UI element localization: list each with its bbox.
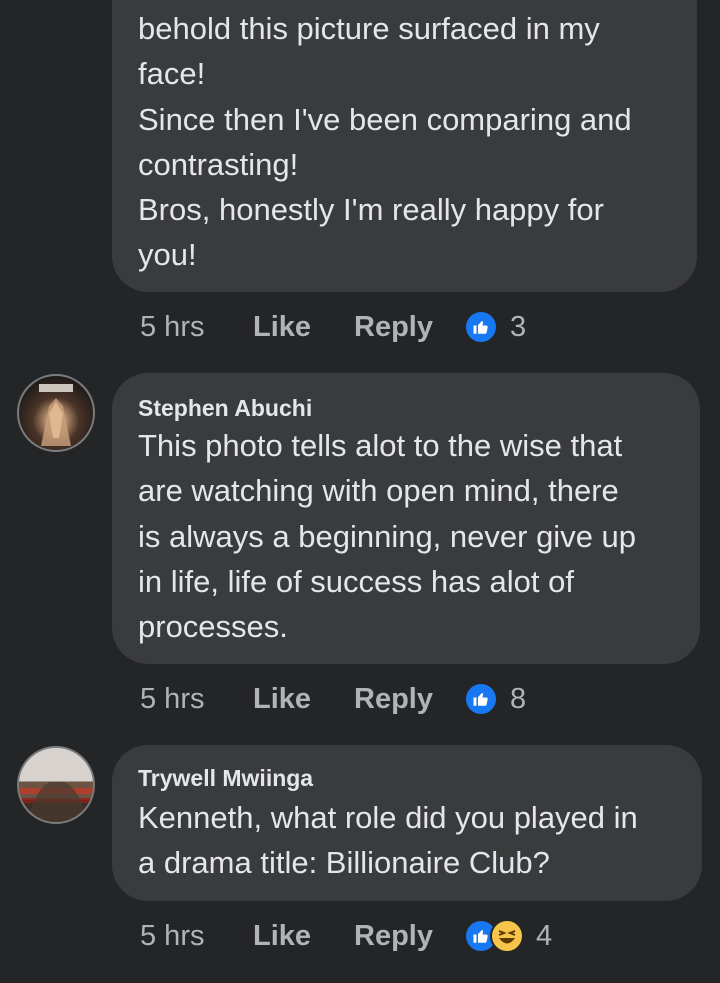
comment-bubble[interactable]: Stephen Abuchi This photo tells alot to … bbox=[112, 373, 700, 664]
reply-button[interactable]: Reply bbox=[354, 920, 464, 953]
haha-icon bbox=[490, 919, 524, 953]
reaction-count: 8 bbox=[510, 682, 527, 715]
reaction-summary[interactable]: 3 bbox=[464, 310, 526, 344]
comment-author[interactable]: Trywell Mwiinga bbox=[138, 765, 313, 792]
reaction-count: 3 bbox=[510, 310, 527, 343]
comment-timestamp: 5 hrs bbox=[140, 310, 205, 343]
comment-author[interactable]: Stephen Abuchi bbox=[138, 395, 312, 422]
like-icon bbox=[464, 682, 498, 716]
reaction-summary[interactable]: 4 bbox=[464, 919, 552, 953]
avatar[interactable] bbox=[17, 746, 95, 824]
comment-bubble[interactable]: Trywell Mwiinga Kenneth, what role did y… bbox=[112, 745, 702, 901]
reply-button[interactable]: Reply bbox=[354, 311, 464, 344]
comment-timestamp: 5 hrs bbox=[140, 682, 205, 715]
comment-actions: 5 hrs Like Reply 4 bbox=[140, 916, 552, 956]
comment-bubble[interactable]: behold this picture surfaced in my face!… bbox=[112, 0, 697, 292]
comment-text: This photo tells alot to the wise that a… bbox=[138, 428, 637, 645]
like-button[interactable]: Like bbox=[253, 920, 354, 953]
comments-thread: behold this picture surfaced in my face!… bbox=[0, 0, 720, 983]
avatar[interactable] bbox=[17, 374, 95, 452]
comment-text: Kenneth, what role did you played in a d… bbox=[138, 800, 638, 881]
reaction-count: 4 bbox=[536, 919, 553, 952]
like-button[interactable]: Like bbox=[253, 683, 354, 716]
comment-timestamp: 5 hrs bbox=[140, 919, 205, 952]
reply-button[interactable]: Reply bbox=[354, 683, 464, 716]
comment-text: behold this picture surfaced in my face!… bbox=[138, 11, 632, 273]
comment-actions: 5 hrs Like Reply 8 bbox=[140, 679, 526, 719]
reaction-summary[interactable]: 8 bbox=[464, 682, 526, 716]
like-button[interactable]: Like bbox=[253, 311, 354, 344]
like-icon bbox=[464, 310, 498, 344]
comment-actions: 5 hrs Like Reply 3 bbox=[140, 307, 526, 347]
